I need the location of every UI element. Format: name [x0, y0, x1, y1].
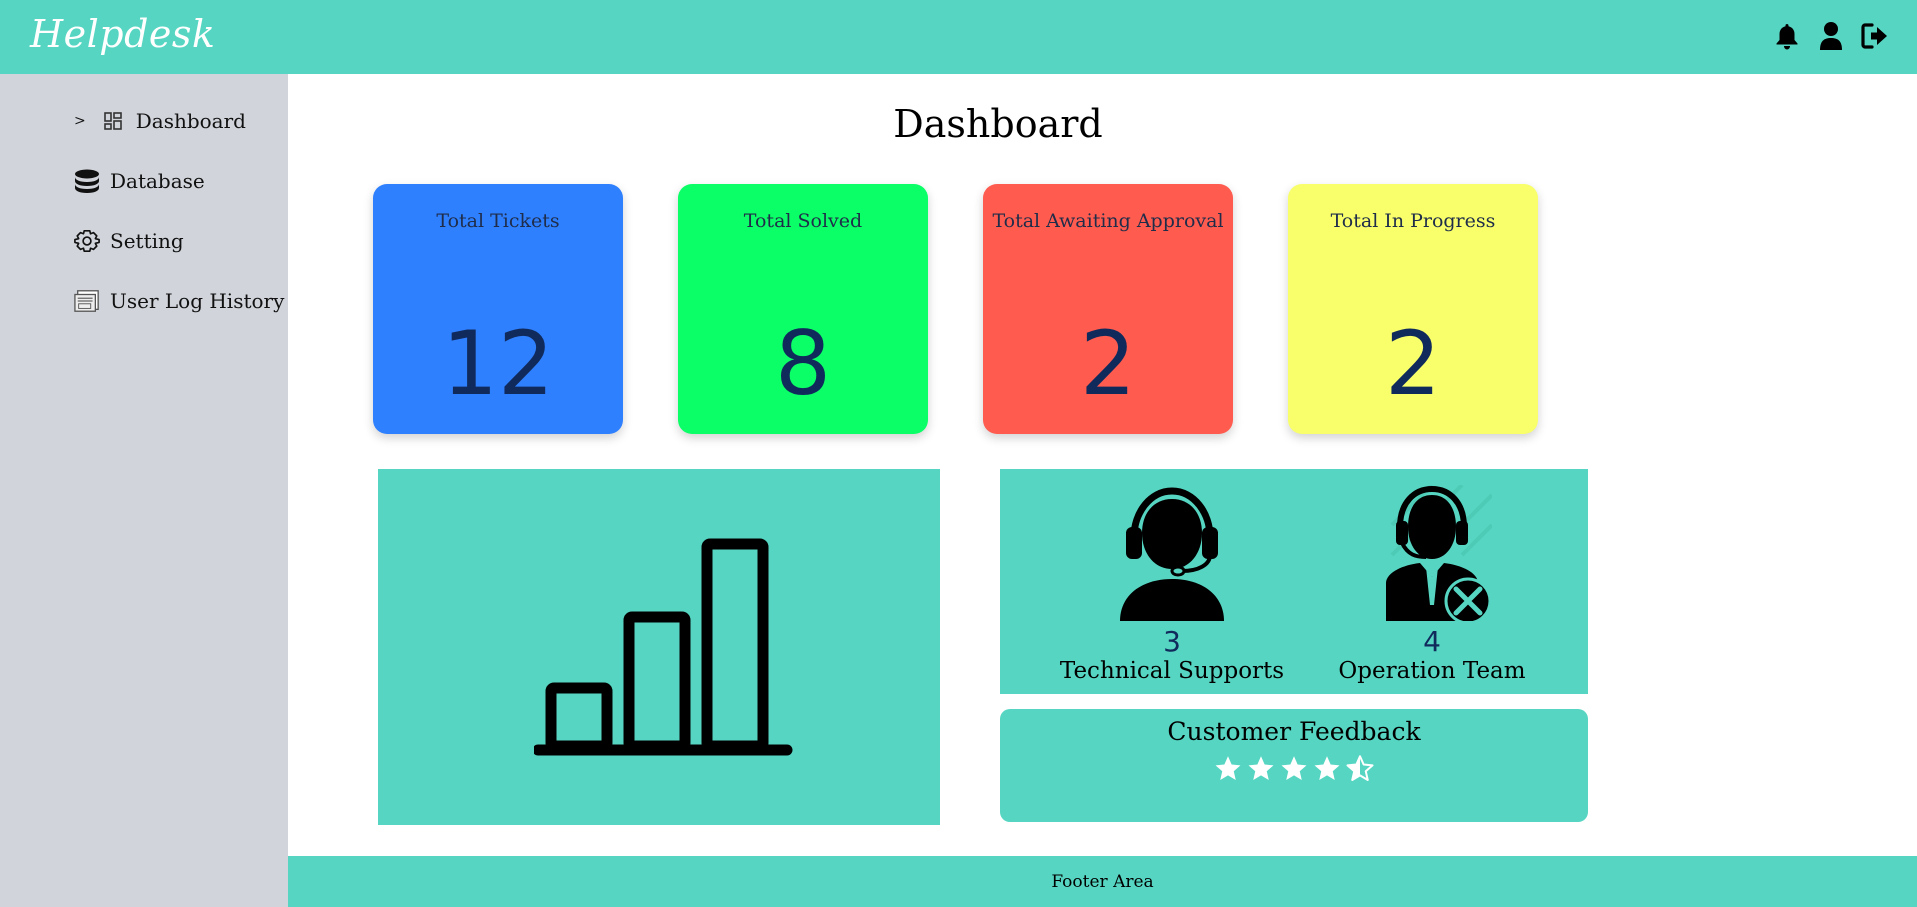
stat-label: Total Solved: [743, 210, 863, 232]
team-count: 3: [1163, 625, 1181, 658]
bell-icon[interactable]: [1773, 20, 1801, 52]
log-icon: [74, 288, 100, 314]
team-count: 4: [1423, 625, 1441, 658]
sidebar-item-label: Dashboard: [135, 109, 246, 133]
star-full-icon: [1215, 756, 1241, 780]
stat-label: Total Awaiting Approval: [992, 210, 1224, 232]
star-full-icon: [1248, 756, 1274, 780]
team-label: Operation Team: [1338, 658, 1526, 684]
sidebar: > Dashboard Database Setting User Log Hi…: [0, 74, 288, 907]
gear-icon: [74, 228, 100, 254]
stat-card-total-solved[interactable]: Total Solved 8: [678, 184, 928, 434]
database-icon: [74, 168, 100, 194]
footer-text: Footer Area: [1051, 871, 1154, 892]
top-actions: [1773, 20, 1889, 52]
sidebar-item-label: Database: [110, 169, 205, 193]
sidebar-item-database[interactable]: Database: [74, 168, 205, 194]
sidebar-item-label: Setting: [110, 229, 184, 253]
active-indicator: >: [74, 113, 86, 129]
headset-support-icon: [1120, 487, 1224, 621]
star-full-icon: [1314, 756, 1340, 780]
stat-label: Total Tickets: [436, 210, 560, 232]
technical-supports-block[interactable]: 3 Technical Supports: [1052, 485, 1292, 685]
user-icon[interactable]: [1817, 20, 1845, 52]
operation-team-block[interactable]: 4 Operation Team: [1312, 483, 1552, 685]
sidebar-item-setting[interactable]: Setting: [74, 228, 184, 254]
sidebar-item-dashboard[interactable]: > Dashboard: [74, 108, 246, 134]
top-bar: Helpdesk: [0, 0, 1917, 74]
star-full-icon: [1281, 756, 1307, 780]
stat-value: 2: [1385, 312, 1441, 415]
logout-icon[interactable]: [1861, 20, 1889, 52]
page-title: Dashboard: [893, 102, 1103, 146]
sidebar-item-label: User Log History: [110, 289, 285, 313]
star-half-icon: [1346, 755, 1374, 781]
team-label: Technical Supports: [1059, 658, 1285, 684]
chart-panel[interactable]: [378, 469, 940, 825]
operator-tools-icon: [1386, 483, 1494, 625]
bar-chart-icon: [534, 538, 793, 756]
rating-stars: [1000, 754, 1588, 784]
stat-label: Total In Progress: [1330, 210, 1496, 232]
brand-logo[interactable]: Helpdesk: [30, 12, 215, 56]
dashboard-grid-icon: [100, 108, 126, 134]
stat-card-total-in-progress[interactable]: Total In Progress 2: [1288, 184, 1538, 434]
customer-feedback-panel[interactable]: Customer Feedback: [1000, 709, 1588, 822]
stat-value: 12: [442, 312, 554, 415]
team-panel: 3 Technical Supports 4 Operation Team: [1000, 469, 1588, 694]
stat-card-total-awaiting-approval[interactable]: Total Awaiting Approval 2: [983, 184, 1233, 434]
feedback-title: Customer Feedback: [1167, 717, 1421, 746]
footer: Footer Area: [288, 856, 1917, 907]
stat-value: 2: [1080, 312, 1136, 415]
sidebar-item-user-log-history[interactable]: User Log History: [74, 288, 284, 314]
stat-card-total-tickets[interactable]: Total Tickets 12: [373, 184, 623, 434]
stat-value: 8: [775, 312, 831, 415]
